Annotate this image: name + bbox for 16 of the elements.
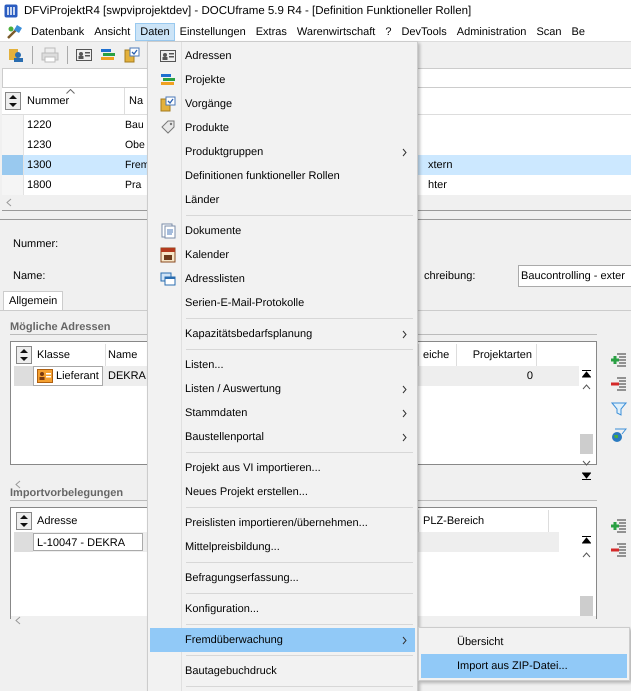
table-cell: hter [428, 179, 447, 191]
table-cell: Obe [125, 139, 145, 151]
table-cell: 1300 [27, 159, 52, 171]
window-title: DFViProjektR4 [swpviprojektdev] - DOCUframe 5.9 R4 - [Definition Funktioneller Rollen] [24, 5, 472, 17]
table-cell: xtern [428, 159, 452, 171]
field-label: chreibung: [424, 270, 476, 282]
field-label: Name: [13, 270, 46, 282]
table-cell: 0 [526, 370, 533, 382]
table-cell: Bau [125, 119, 144, 131]
table-cell: DEKRA [108, 370, 146, 382]
table-cell: L-10047 - DEKRA [33, 533, 143, 551]
table-cell: 1220 [27, 119, 52, 131]
table-cell: 1800 [27, 179, 52, 191]
table-cell: Pra [125, 179, 142, 191]
table-cell: 1230 [27, 139, 52, 151]
field-label: Nummer: [13, 238, 58, 250]
